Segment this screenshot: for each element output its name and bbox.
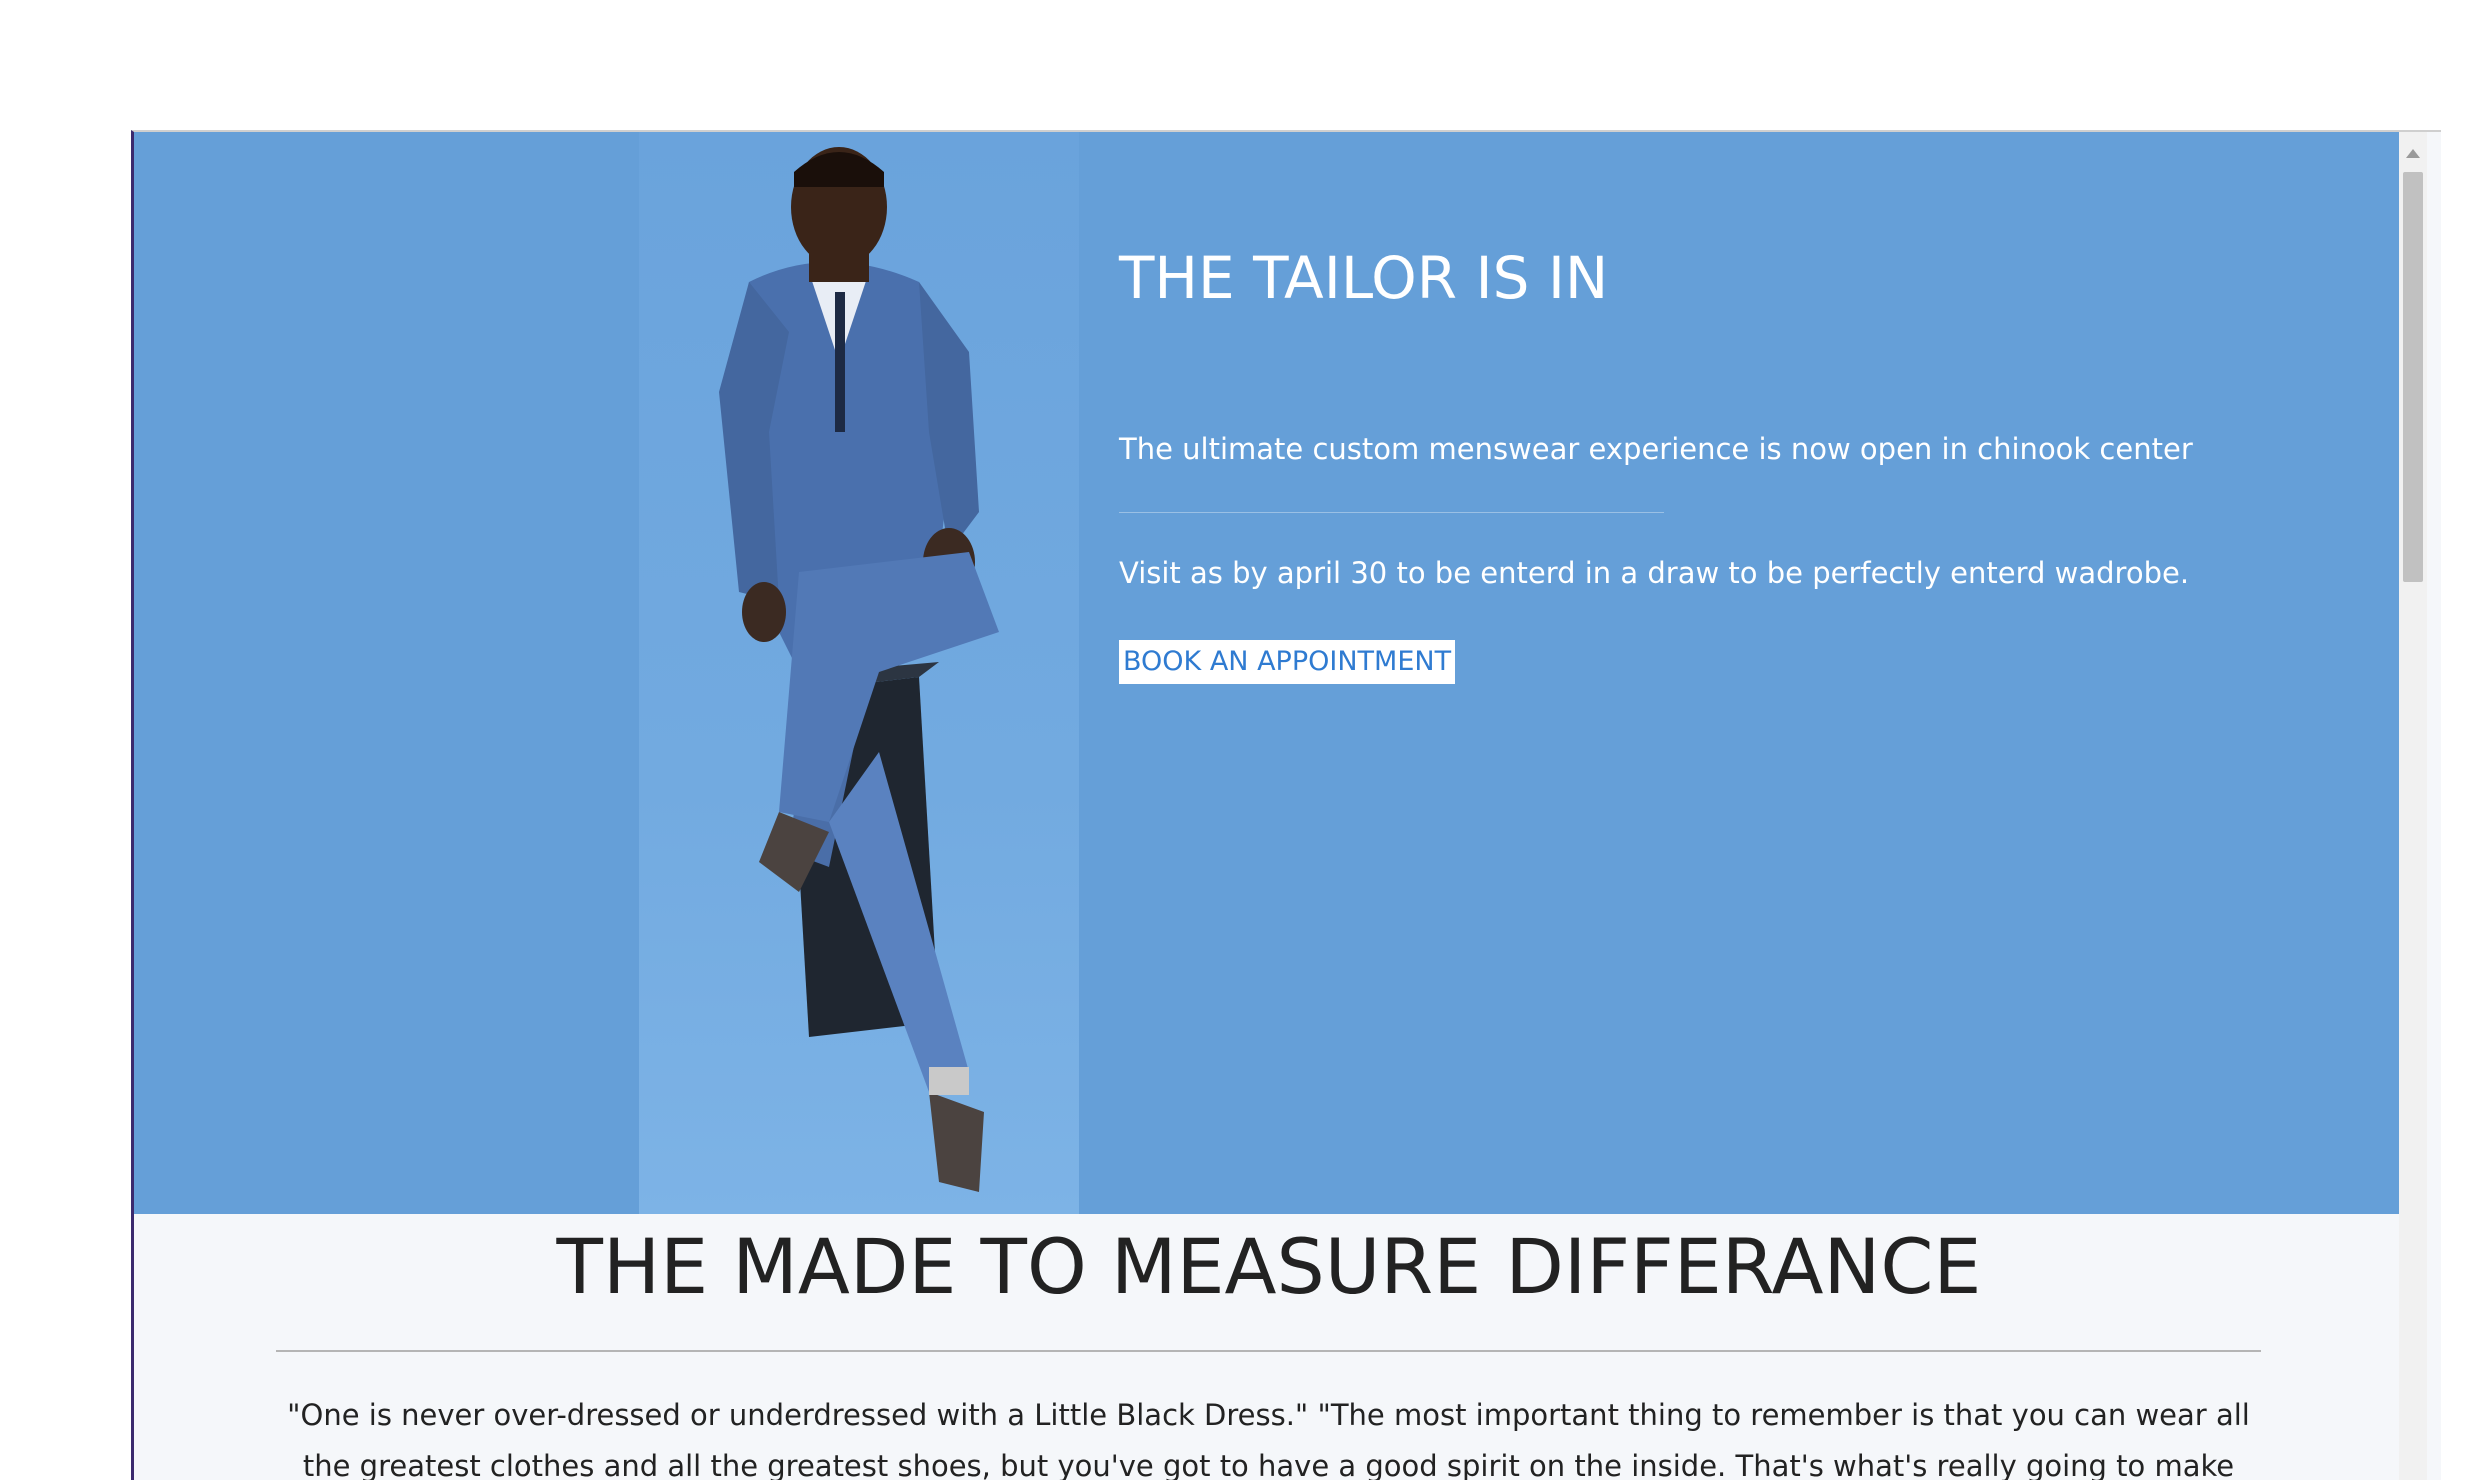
hero-subtitle: The ultimate custom menswear experience … xyxy=(1119,432,2193,466)
vertical-scrollbar[interactable] xyxy=(2399,132,2427,1480)
hero-divider xyxy=(1119,512,1664,513)
book-appointment-button[interactable]: BOOK AN APPOINTMENT xyxy=(1119,640,1456,684)
model-photo xyxy=(639,132,1079,1214)
model-illustration xyxy=(719,147,999,1192)
section-quote: "One is never over-dressed or underdress… xyxy=(287,1398,2250,1480)
section-divider xyxy=(276,1350,2261,1352)
scrollbar-thumb[interactable] xyxy=(2403,172,2423,582)
hero-visit-text: Visit as by april 30 to be enterd in a d… xyxy=(1119,556,2190,590)
scroll-up-arrow-icon[interactable] xyxy=(2399,142,2427,164)
hero-banner: THE TAILOR IS IN The ultimate custom men… xyxy=(134,132,2399,1214)
browser-viewport: THE TAILOR IS IN The ultimate custom men… xyxy=(131,130,2441,1480)
section-title: THE MADE TO MEASURE DIFFERANCE xyxy=(556,1222,1982,1311)
hero-title: THE TAILOR IS IN xyxy=(1119,244,1609,312)
